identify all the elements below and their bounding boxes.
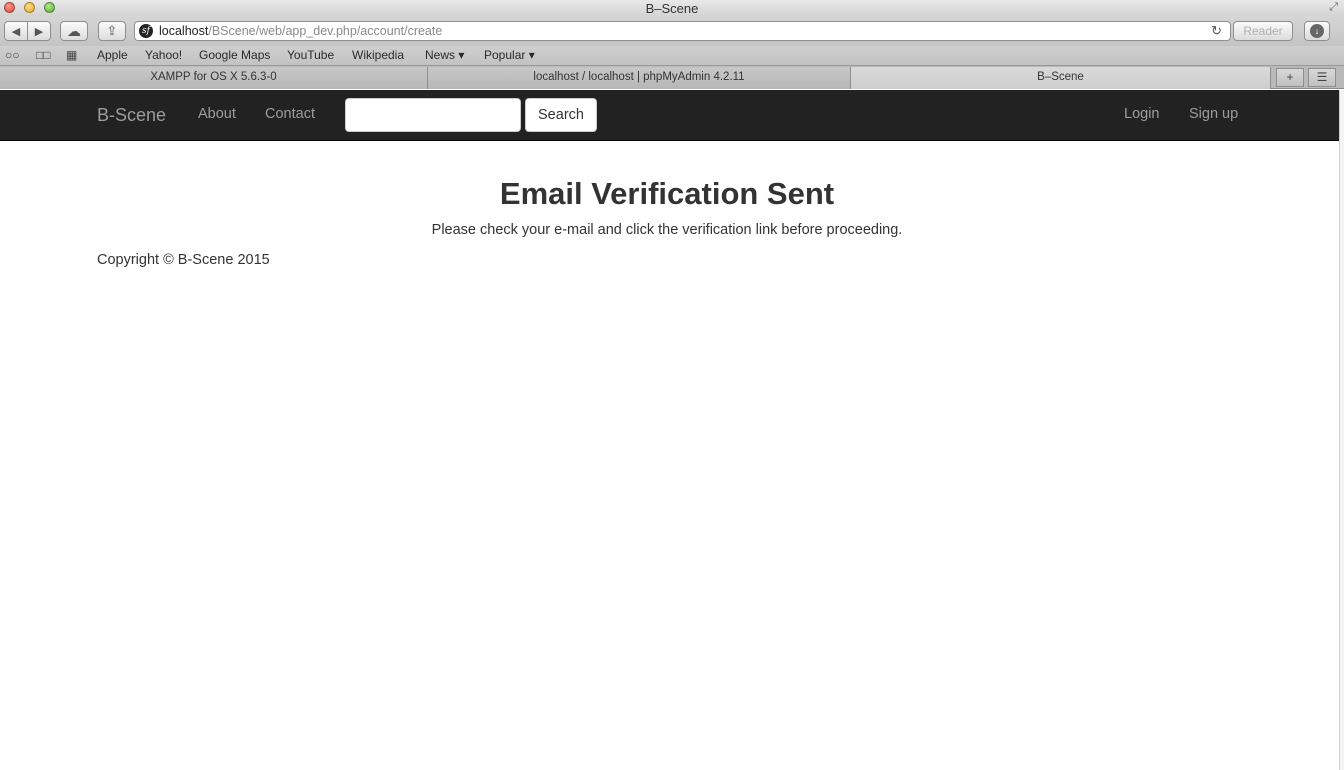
reading-list-icon[interactable]: ○○ [5, 48, 20, 62]
nav-about-link[interactable]: About [198, 106, 236, 122]
bookmark-google-maps[interactable]: Google Maps [199, 48, 270, 62]
nav-signup-link[interactable]: Sign up [1189, 106, 1238, 122]
search-button[interactable]: Search [525, 98, 597, 132]
new-tab-plus-icon[interactable]: + [1276, 68, 1304, 87]
search-input[interactable] [345, 98, 521, 132]
tab-xampp[interactable]: XAMPP for OS X 5.6.3-0 [0, 67, 428, 89]
forward-button[interactable]: ▶ [27, 21, 51, 41]
reader-button[interactable]: Reader [1233, 21, 1293, 41]
bookmark-wikipedia[interactable]: Wikipedia [352, 48, 404, 62]
tab-bscene-active[interactable]: B–Scene [851, 67, 1271, 89]
cloud-icon: ☁ [67, 22, 81, 39]
tab-phpmyadmin[interactable]: localhost / localhost | phpMyAdmin 4.2.1… [428, 67, 851, 89]
bookmark-youtube[interactable]: YouTube [287, 48, 334, 62]
window-title: B–Scene [645, 1, 699, 16]
nav-login-link[interactable]: Login [1124, 106, 1159, 122]
fullscreen-arrows-icon[interactable]: ⤢ [1329, 1, 1338, 14]
window-title-bar: B–Scene ⤢ [0, 0, 1344, 16]
forward-arrow-icon: ▶ [34, 25, 44, 38]
top-sites-grid-icon[interactable]: ▦ [66, 48, 77, 62]
symfony-favicon-icon: sf [139, 24, 153, 38]
browser-toolbar: ◀ ▶ ☁ ⇪ sf localhost/BScene/web/app_dev.… [0, 16, 1344, 46]
tab-bar: XAMPP for OS X 5.6.3-0 localhost / local… [0, 66, 1344, 89]
bookmark-yahoo[interactable]: Yahoo! [145, 48, 182, 62]
back-button[interactable]: ◀ [4, 21, 28, 41]
page-heading: Email Verification Sent [499, 176, 835, 211]
bookmarks-bar: ○○ □□ ▦ Apple Yahoo! Google Maps YouTube… [0, 46, 1344, 66]
url-text[interactable]: localhost/BScene/web/app_dev.php/account… [159, 24, 442, 38]
share-icon: ⇪ [106, 23, 118, 38]
download-icon: ↓ [1310, 24, 1324, 38]
bookmark-news-menu[interactable]: News ▾ [425, 48, 464, 62]
url-host: localhost [159, 24, 209, 38]
bookmark-apple[interactable]: Apple [97, 48, 128, 62]
bookmarks-book-icon[interactable]: □□ [36, 48, 51, 62]
bookmark-popular-menu[interactable]: Popular ▾ [484, 48, 535, 62]
icloud-tabs-button[interactable]: ☁ [60, 21, 88, 41]
back-arrow-icon: ◀ [11, 25, 21, 38]
tab-overview-icon[interactable]: ☰ [1308, 68, 1336, 87]
footer-copyright: Copyright © B-Scene 2015 [97, 252, 270, 268]
url-path: /BScene/web/app_dev.php/account/create [208, 24, 443, 38]
reload-icon[interactable]: ↻ [1211, 23, 1222, 39]
address-bar[interactable]: sf localhost/BScene/web/app_dev.php/acco… [134, 21, 1231, 41]
nav-contact-link[interactable]: Contact [265, 106, 315, 122]
verification-message: Please check your e-mail and click the v… [431, 222, 903, 238]
downloads-button[interactable]: ↓ [1304, 21, 1330, 41]
share-button[interactable]: ⇪ [98, 21, 126, 41]
site-navbar: B-Scene About Contact Search Login Sign … [0, 90, 1339, 141]
page-scrollbar[interactable] [1339, 90, 1344, 770]
site-brand-link[interactable]: B-Scene [97, 105, 166, 126]
